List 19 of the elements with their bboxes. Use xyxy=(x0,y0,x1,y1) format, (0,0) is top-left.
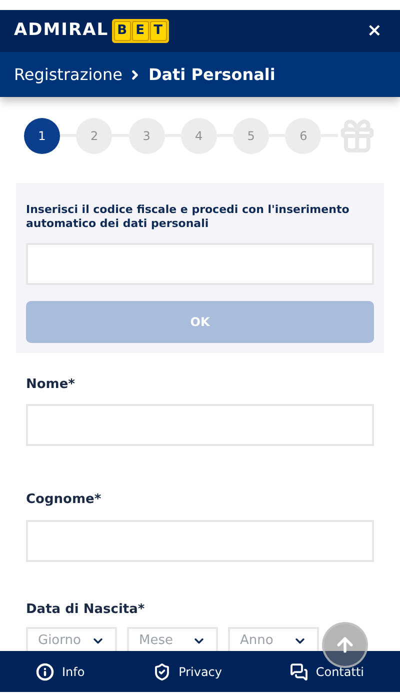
logo-badge: B E T xyxy=(112,18,169,43)
breadcrumb-current: Dati Personali xyxy=(148,64,276,86)
logo-text: ADMIRAL xyxy=(14,19,109,42)
footer-link[interactable]: Contatti xyxy=(290,662,364,681)
field-label: Nome* xyxy=(26,376,76,394)
fiscal-code-instruction: Inserisci il codice fiscale e procedi con l'inserimento automatico dei dati personali xyxy=(26,202,350,231)
field-label: Cognome* xyxy=(26,491,102,510)
chat-icon xyxy=(290,662,308,681)
breadcrumb-link[interactable]: Registrazione xyxy=(14,62,122,87)
field-label: Data di Nascita* xyxy=(26,600,146,619)
text-field[interactable] xyxy=(26,404,374,446)
info-icon xyxy=(36,662,54,681)
scroll-top-button[interactable] xyxy=(322,622,368,668)
footer-link[interactable]: Privacy xyxy=(152,662,222,681)
shield-icon xyxy=(152,662,171,681)
footer-link[interactable]: Info xyxy=(36,662,85,681)
text-field[interactable] xyxy=(26,520,374,562)
fiscal-code-field[interactable] xyxy=(26,242,374,285)
close-button[interactable]: × xyxy=(362,17,386,44)
